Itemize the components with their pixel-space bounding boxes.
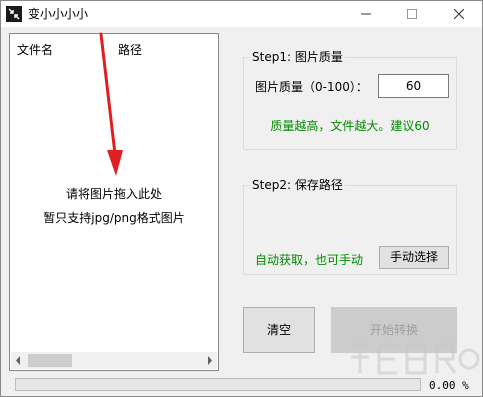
manual-select-button[interactable]: 手动选择 [379, 246, 449, 269]
quality-input[interactable] [378, 74, 449, 98]
quality-tip: 质量越高，文件越大。建议60 [270, 119, 430, 133]
drop-hint: 请将图片拖入此处 [65, 187, 162, 201]
format-hint: 暂只支持jpg/png格式图片 [43, 211, 185, 225]
scroll-right-icon[interactable] [207, 356, 213, 365]
minimize-button[interactable] [343, 1, 389, 27]
minimize-icon [361, 13, 371, 15]
close-button[interactable] [436, 1, 482, 27]
compress-arrows-icon [6, 6, 22, 22]
column-header-filename[interactable]: 文件名 [17, 41, 53, 58]
maximize-button[interactable] [389, 1, 435, 27]
clear-button[interactable]: 清空 [243, 307, 315, 353]
step1-title: Step1: 图片质量 [250, 50, 345, 64]
quality-label: 图片质量（0-100）： [255, 80, 368, 94]
maximize-icon [407, 9, 417, 19]
auto-path-label: 自动获取，也可手动 [255, 253, 364, 267]
step2-title: Step2: 保存路径 [250, 178, 345, 192]
column-header-path[interactable]: 路径 [118, 41, 142, 58]
file-drop-list[interactable]: 文件名 路径 请将图片拖入此处 暂只支持jpg/png格式图片 [9, 33, 219, 371]
close-icon [454, 9, 464, 19]
scrollbar-thumb[interactable] [28, 354, 72, 367]
quality-group: Step1: 图片质量 [243, 50, 457, 150]
title-bar[interactable]: 变小小小小 [1, 1, 482, 27]
watermark-logo-icon [351, 343, 480, 375]
window-title: 变小小小小 [28, 7, 89, 21]
scroll-left-icon[interactable] [15, 356, 21, 365]
app-window: 变小小小小 文件名 路径 请将图片拖入此处 暂只支持jpg/png格式图片 St… [0, 0, 483, 397]
horizontal-scrollbar[interactable] [11, 352, 217, 369]
